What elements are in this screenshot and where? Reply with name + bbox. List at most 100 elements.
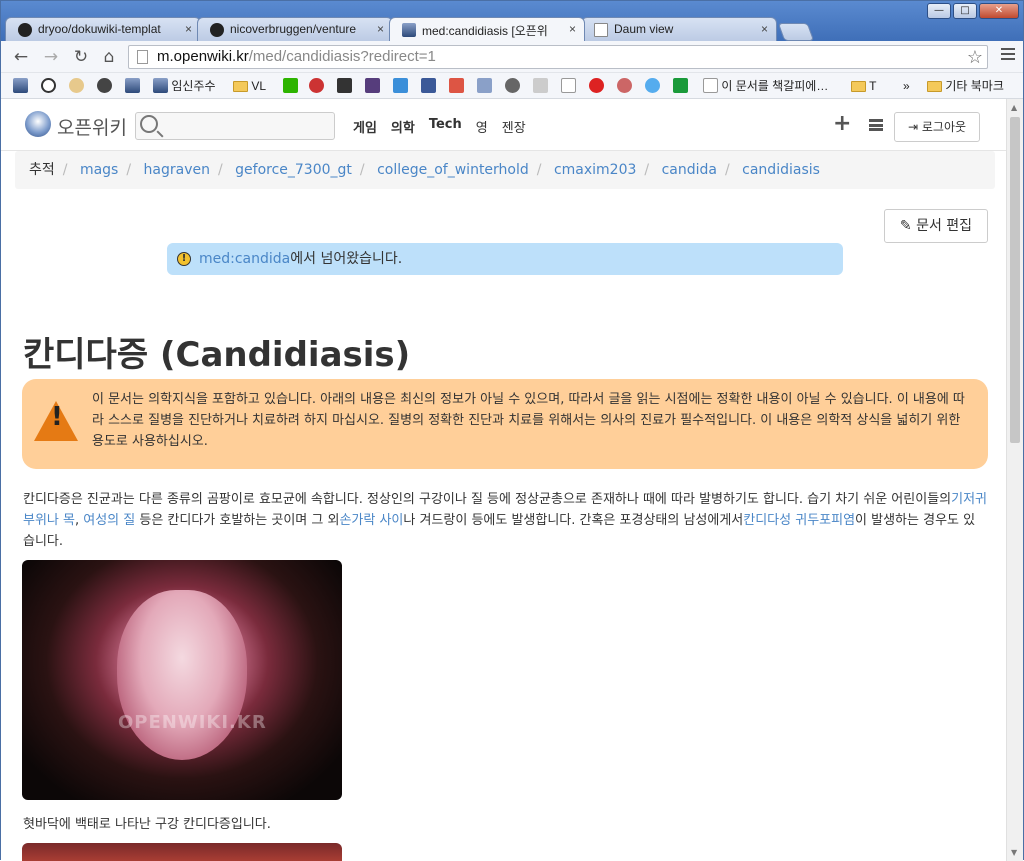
tab-title: dryoo/dokuwiki-templat bbox=[38, 22, 161, 36]
forward-arrow-icon[interactable]: → bbox=[41, 47, 61, 67]
tab-github-dokuwiki[interactable]: dryoo/dokuwiki-templat × bbox=[5, 17, 201, 41]
tongue-shape bbox=[117, 590, 247, 760]
bookmark-label: 기타 북마크 bbox=[945, 79, 1004, 93]
article-link[interactable]: 손가락 사이 bbox=[339, 513, 403, 528]
close-tab-icon[interactable]: × bbox=[185, 22, 192, 36]
main-nav: 게임 의학 Tech 영 젠장 bbox=[353, 117, 526, 136]
reload-icon[interactable]: ↻ bbox=[71, 47, 91, 67]
openwiki-favicon-icon bbox=[402, 23, 416, 37]
bookmark-star-icon[interactable]: ☆ bbox=[967, 46, 983, 68]
bookmark-label: VL bbox=[251, 79, 267, 93]
bookmark-folder-t[interactable]: T bbox=[851, 78, 876, 94]
login-arrow-icon: ⇥ bbox=[907, 120, 919, 134]
redirect-source-link[interactable]: med:candida bbox=[199, 251, 290, 267]
logout-label: 로그아웃 bbox=[921, 120, 967, 134]
scroll-down-icon[interactable]: ▼ bbox=[1011, 848, 1017, 857]
list-icon[interactable] bbox=[869, 119, 883, 131]
bookmark-label: 이 문서를 책갈피에… bbox=[721, 79, 829, 93]
browser-toolbar: ← → ↻ ⌂ m.openwiki.kr/med/candidiasis?re… bbox=[1, 41, 1023, 73]
nav-item-misc[interactable]: 젠장 bbox=[502, 117, 526, 136]
page-icon bbox=[594, 23, 608, 37]
bookmark-icon[interactable] bbox=[673, 78, 688, 94]
bookmark-icon[interactable] bbox=[449, 78, 464, 94]
github-icon bbox=[18, 23, 32, 37]
paragraph-text: 등은 칸디다가 호발하는 곳이며 그 외 bbox=[135, 513, 340, 528]
nav-item-tech[interactable]: Tech bbox=[429, 117, 462, 136]
warning-triangle-icon bbox=[34, 401, 78, 441]
article-link[interactable]: 칸디다성 귀두포피염 bbox=[743, 513, 855, 528]
maximize-button[interactable]: □ bbox=[953, 3, 977, 19]
nav-item-game[interactable]: 게임 bbox=[353, 117, 377, 136]
close-window-button[interactable]: ✕ bbox=[979, 3, 1019, 19]
bookmark-icon[interactable] bbox=[283, 78, 298, 94]
folder-icon bbox=[233, 81, 248, 92]
site-brand[interactable]: 오픈위키 bbox=[57, 113, 127, 140]
article-link[interactable]: 여성의 질 bbox=[83, 513, 135, 528]
bookmark-icon[interactable] bbox=[477, 78, 492, 94]
tab-github-venture[interactable]: nicoverbruggen/venture × bbox=[197, 17, 393, 41]
site-navbar: 오픈위키 게임 의학 Tech 영 젠장 + ⇥ 로그아웃 bbox=[1, 99, 1007, 151]
bookmark-icon[interactable] bbox=[13, 78, 28, 94]
twitter-icon[interactable] bbox=[645, 78, 660, 94]
bookmark-icon[interactable] bbox=[617, 78, 632, 94]
bookmark-icon[interactable] bbox=[309, 78, 324, 94]
bookmark-icon[interactable] bbox=[533, 78, 548, 94]
tab-openwiki-candidiasis[interactable]: med:candidiasis [오픈위 × bbox=[389, 17, 585, 41]
nav-item-english[interactable]: 영 bbox=[476, 117, 488, 136]
new-tab-button[interactable] bbox=[777, 23, 815, 41]
bookmark-icon[interactable] bbox=[337, 78, 352, 94]
bookmark-icon[interactable] bbox=[505, 78, 520, 94]
back-arrow-icon[interactable]: ← bbox=[11, 47, 31, 67]
oral-candidiasis-image[interactable]: OPENWIKI.KR bbox=[22, 560, 342, 800]
breadcrumb-link[interactable]: hagraven bbox=[144, 162, 210, 178]
bookmarks-overflow-button[interactable]: » bbox=[903, 78, 910, 94]
add-page-icon[interactable]: + bbox=[833, 111, 851, 136]
logout-button[interactable]: ⇥ 로그아웃 bbox=[894, 112, 980, 142]
close-tab-icon[interactable]: × bbox=[569, 22, 576, 36]
page-title: 칸디다증 (Candidiasis) bbox=[23, 335, 411, 375]
scroll-up-icon[interactable]: ▲ bbox=[1011, 103, 1017, 112]
bookmark-icon[interactable] bbox=[421, 78, 436, 94]
bookmark-folder-vl[interactable]: VL bbox=[233, 78, 266, 94]
redirect-text: 에서 넘어왔습니다. bbox=[290, 251, 403, 267]
bookmark-icon[interactable] bbox=[69, 78, 84, 94]
close-tab-icon[interactable]: × bbox=[377, 22, 384, 36]
bookmark-bookmarklet[interactable]: 이 문서를 책갈피에… bbox=[703, 78, 828, 94]
bookmark-pregnancy-weeks[interactable]: 임신주수 bbox=[153, 78, 216, 94]
bookmark-icon[interactable] bbox=[365, 78, 380, 94]
bookmark-icon[interactable] bbox=[561, 78, 576, 94]
tab-daum-view[interactable]: Daum view × bbox=[581, 17, 777, 41]
edit-document-button[interactable]: ✎ 문서 편집 bbox=[884, 209, 988, 243]
bookmark-icon[interactable] bbox=[125, 78, 140, 94]
paragraph-text: 칸디다증은 진균과는 다른 종류의 곰팡이로 효모균에 속합니다. 정상인의 구… bbox=[23, 492, 952, 507]
tab-strip: dryoo/dokuwiki-templat × nicoverbruggen/… bbox=[5, 17, 815, 41]
close-tab-icon[interactable]: × bbox=[761, 22, 768, 36]
breadcrumb-link[interactable]: cmaxim203 bbox=[554, 162, 636, 178]
address-bar[interactable]: m.openwiki.kr/med/candidiasis?redirect=1… bbox=[128, 45, 988, 69]
search-input[interactable] bbox=[135, 112, 335, 140]
minimize-button[interactable]: — bbox=[927, 3, 951, 19]
page-icon bbox=[137, 50, 148, 64]
other-bookmarks-folder[interactable]: 기타 북마크 bbox=[927, 78, 1004, 94]
second-image-partial[interactable] bbox=[22, 843, 342, 861]
breadcrumb-link[interactable]: mags bbox=[80, 162, 118, 178]
vertical-scrollbar[interactable]: ▲ ▼ bbox=[1006, 99, 1023, 861]
breadcrumb-link[interactable]: candidiasis bbox=[742, 162, 820, 178]
bookmark-icon[interactable] bbox=[393, 78, 408, 94]
breadcrumb-label: 추적 bbox=[29, 162, 55, 178]
home-icon[interactable]: ⌂ bbox=[99, 47, 119, 67]
menu-icon[interactable] bbox=[1001, 48, 1015, 63]
breadcrumb-link[interactable]: geforce_7300_gt bbox=[235, 162, 352, 178]
breadcrumb-link[interactable]: candida bbox=[662, 162, 717, 178]
nav-item-medicine[interactable]: 의학 bbox=[391, 117, 415, 136]
scrollbar-thumb[interactable] bbox=[1010, 117, 1020, 443]
openwiki-logo-icon[interactable] bbox=[25, 111, 51, 137]
bookmark-icon[interactable] bbox=[41, 78, 56, 94]
bookmark-icon[interactable] bbox=[97, 78, 112, 94]
url-path: /med/candidiasis?redirect=1 bbox=[248, 48, 436, 65]
image-caption: 혓바닥에 백태로 나타난 구강 칸디다증입니다. bbox=[23, 817, 271, 832]
folder-icon bbox=[927, 81, 942, 92]
folder-icon bbox=[851, 81, 866, 92]
breadcrumb-link[interactable]: college_of_winterhold bbox=[377, 162, 529, 178]
bookmark-icon[interactable] bbox=[589, 78, 604, 94]
